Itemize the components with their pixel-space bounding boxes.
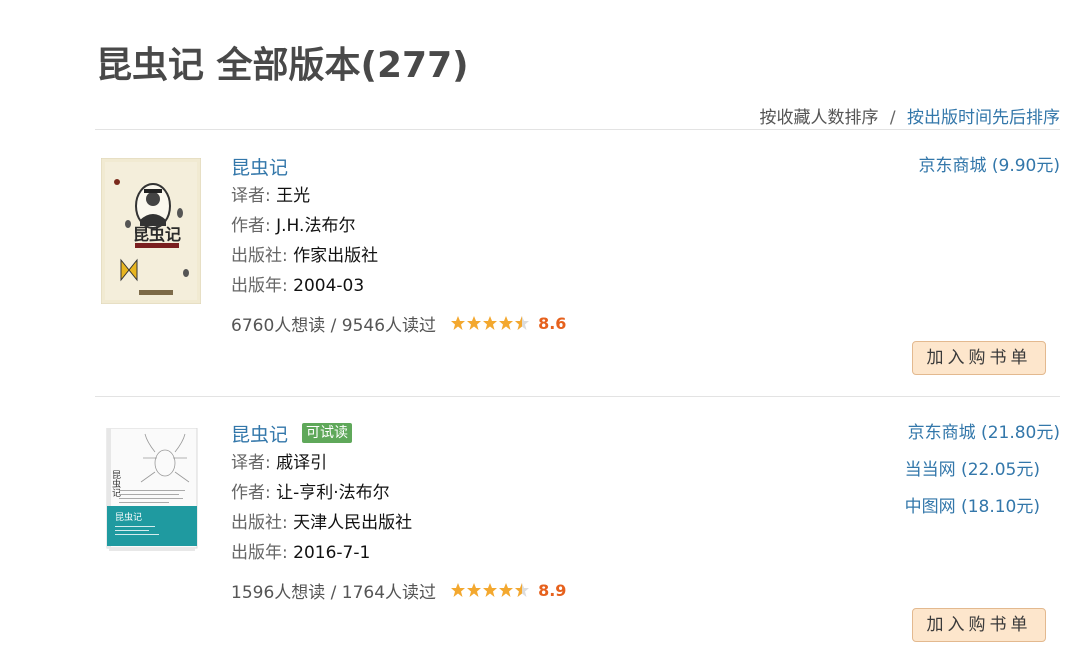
translator-row: 译者: 戚译引: [231, 448, 566, 478]
year-value: 2004-03: [293, 276, 365, 296]
publisher-value: 天津人民出版社: [293, 513, 413, 533]
sort-by-collect[interactable]: 按收藏人数排序: [759, 108, 878, 128]
translator-label: 译者:: [231, 186, 277, 206]
year-label: 出版年:: [231, 276, 294, 296]
star-half-icon: [515, 583, 530, 597]
publisher-row: 出版社: 天津人民出版社: [231, 508, 566, 538]
author-label: 作者:: [231, 216, 277, 236]
star-icon: [483, 583, 498, 597]
year-value: 2016-7-1: [293, 543, 371, 563]
publisher-value: 作家出版社: [293, 246, 379, 266]
translator-row: 译者: 王光: [231, 181, 566, 211]
rating-score: 8.9: [538, 580, 567, 600]
star-icon: [451, 583, 466, 597]
star-icon: [499, 583, 514, 597]
author-value: J.H.法布尔: [276, 216, 356, 236]
rating-score: 8.6: [538, 313, 567, 333]
star-icon: [483, 316, 498, 330]
book-info: 昆虫记 可试读 译者: 戚译引 作者: 让-亨利·法布尔 出版社: 天津人民出版…: [231, 418, 566, 604]
author-row: 作者: 让-亨利·法布尔: [231, 478, 566, 508]
rating-stars: [450, 582, 530, 598]
star-icon: [451, 316, 466, 330]
store-link-dangdang[interactable]: 当当网 (22.05元): [905, 455, 1040, 492]
page-title: 昆虫记 全部版本(277): [96, 45, 469, 86]
author-row: 作者: J.H.法布尔: [231, 211, 566, 241]
store-link-jd[interactable]: 京东商城 (21.80元): [905, 418, 1060, 455]
star-half-icon: [515, 316, 530, 330]
sort-by-date-link[interactable]: 按出版时间先后排序: [907, 108, 1060, 128]
book-title-link[interactable]: 昆虫记: [231, 153, 288, 180]
sort-bar: 按收藏人数排序 / 按出版时间先后排序: [759, 103, 1060, 128]
year-row: 出版年: 2016-7-1: [231, 538, 566, 568]
store-link-jd[interactable]: 京东商城 (9.90元): [918, 151, 1060, 188]
star-icon: [467, 316, 482, 330]
publisher-label: 出版社:: [231, 246, 294, 266]
book-cover-image[interactable]: 昆虫记: [101, 158, 201, 304]
divider: [95, 129, 1060, 130]
sort-separator: /: [889, 108, 896, 128]
star-icon: [499, 316, 514, 330]
read-stats: 1596人想读 / 1764人读过: [231, 582, 437, 603]
rating-stars: [450, 315, 530, 331]
cover-title-text: 昆虫记: [133, 225, 181, 244]
publisher-row: 出版社: 作家出版社: [231, 241, 566, 271]
add-to-booklist-button[interactable]: 加入购书单: [912, 608, 1046, 642]
publisher-label: 出版社:: [231, 513, 294, 533]
translator-label: 译者:: [231, 453, 277, 473]
star-icon: [467, 583, 482, 597]
cover-spine-title: 昆虫记: [110, 470, 121, 497]
year-row: 出版年: 2004-03: [231, 271, 566, 301]
divider: [95, 396, 1060, 397]
read-stats: 6760人想读 / 9546人读过: [231, 315, 437, 336]
cover-title-text: 昆虫记: [115, 511, 142, 523]
year-label: 出版年:: [231, 543, 294, 563]
author-label: 作者:: [231, 483, 277, 503]
author-value: 让-亨利·法布尔: [276, 483, 390, 503]
book-title-link[interactable]: 昆虫记: [231, 420, 288, 447]
store-link-zhongtu[interactable]: 中图网 (18.10元): [905, 492, 1040, 529]
book-info: 昆虫记 译者: 王光 作者: J.H.法布尔 出版社: 作家出版社 出版年: 2…: [231, 151, 566, 337]
translator-value: 王光: [276, 186, 311, 206]
trial-read-badge[interactable]: 可试读: [302, 423, 353, 443]
book-item: 昆虫记 昆虫记 昆虫记 可试读 译者: 戚译引 作者: 让-亨利·法布尔 出版社…: [95, 418, 1060, 648]
book-item: 昆虫记 昆虫记 译者: 王光 作者: J.H.法布尔 出版社: 作家出版社 出版…: [95, 151, 1060, 381]
store-list: 京东商城 (9.90元): [918, 151, 1060, 188]
add-to-booklist-button[interactable]: 加入购书单: [912, 341, 1046, 375]
book-cover-image[interactable]: 昆虫记 昆虫记: [101, 428, 201, 574]
stats-row: 6760人想读 / 9546人读过 8.6: [231, 309, 566, 337]
stats-row: 1596人想读 / 1764人读过 8.9: [231, 576, 566, 604]
store-list: 京东商城 (21.80元) 当当网 (22.05元) 中图网 (18.10元): [905, 418, 1060, 529]
translator-value: 戚译引: [276, 453, 328, 473]
